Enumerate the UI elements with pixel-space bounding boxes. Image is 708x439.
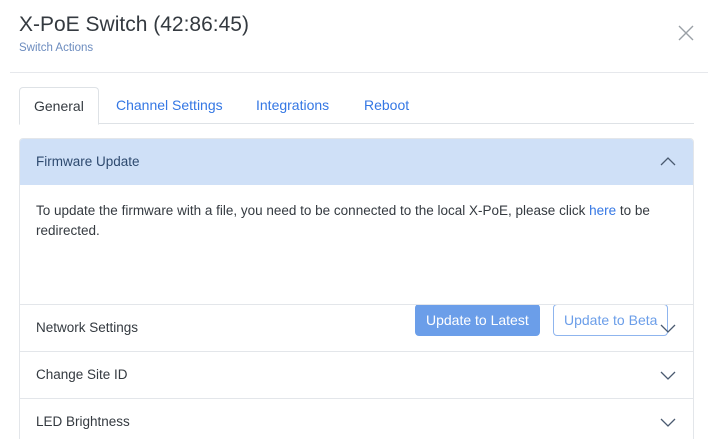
- chevron-up-icon: [660, 157, 676, 166]
- change-site-id-section: Change Site ID: [20, 351, 693, 398]
- redirect-link[interactable]: here: [589, 203, 616, 218]
- firmware-instruction-text: To update the firmware with a file, you …: [36, 203, 590, 218]
- led-brightness-section: LED Brightness: [20, 398, 693, 439]
- tab-bar: General Channel Settings Integrations Re…: [19, 87, 694, 125]
- firmware-update-section: Firmware Update To update the firmware w…: [20, 139, 693, 336]
- tab-general[interactable]: General: [19, 87, 99, 125]
- network-settings-section: Network Settings: [20, 304, 693, 351]
- change-site-id-header[interactable]: Change Site ID: [20, 352, 693, 398]
- close-icon[interactable]: [674, 21, 698, 45]
- chevron-down-icon: [660, 324, 676, 333]
- firmware-update-title: Firmware Update: [36, 154, 140, 169]
- modal-subtitle: Switch Actions: [19, 42, 94, 54]
- tab-reboot[interactable]: Reboot: [364, 87, 409, 124]
- modal-title: X-PoE Switch (42:86:45): [19, 13, 249, 36]
- header-divider: [10, 72, 708, 73]
- settings-accordion: Firmware Update To update the firmware w…: [19, 138, 694, 439]
- network-settings-title: Network Settings: [36, 320, 139, 335]
- tab-integrations[interactable]: Integrations: [256, 87, 329, 124]
- led-brightness-header[interactable]: LED Brightness: [20, 399, 693, 439]
- led-brightness-title: LED Brightness: [36, 414, 130, 429]
- network-settings-header[interactable]: Network Settings: [20, 305, 693, 351]
- chevron-down-icon: [660, 418, 676, 427]
- firmware-update-body: To update the firmware with a file, you …: [20, 185, 693, 336]
- chevron-down-icon: [660, 371, 676, 380]
- modal-header: X-PoE Switch (42:86:45) Switch Actions: [0, 0, 708, 72]
- tab-channel-settings[interactable]: Channel Settings: [116, 87, 223, 124]
- change-site-id-title: Change Site ID: [36, 367, 128, 382]
- firmware-update-header[interactable]: Firmware Update: [20, 139, 693, 185]
